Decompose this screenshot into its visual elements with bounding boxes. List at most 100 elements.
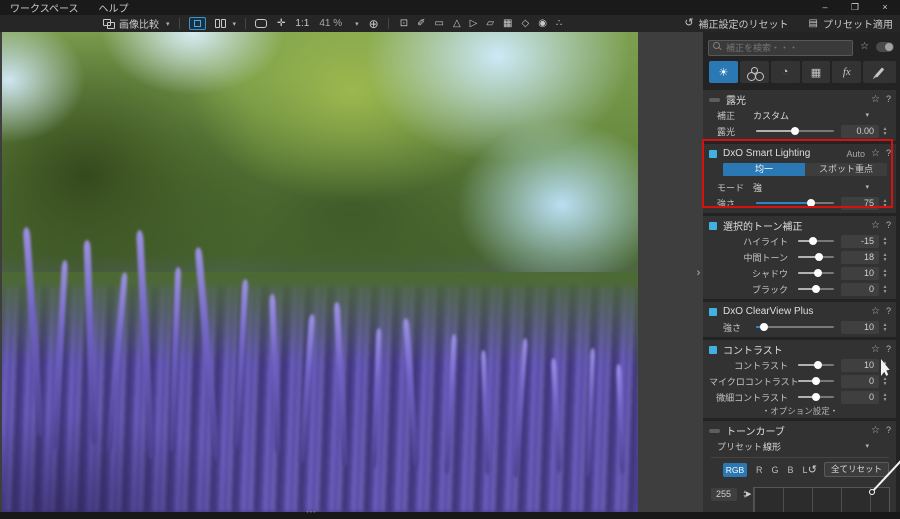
stepper[interactable]: ▲▼ <box>879 393 891 402</box>
value-box[interactable]: 0.00 <box>841 125 879 138</box>
reset-corrections-button[interactable]: 補正設定のリセット <box>699 16 789 31</box>
favorite-star-icon[interactable]: ☆ <box>871 221 880 231</box>
horizon-tool-button[interactable]: △ <box>453 19 461 29</box>
options-settings-link[interactable]: ・オプション設定・ <box>709 405 891 416</box>
stepper[interactable]: ▲▼ <box>879 269 891 278</box>
apply-preset-button[interactable]: プリセット適用 <box>823 16 893 31</box>
show-mask-button[interactable]: ◉ <box>538 19 547 29</box>
keystone-tool-button[interactable]: ▱ <box>486 19 494 29</box>
section-title: 露光 <box>726 92 746 107</box>
enable-checkbox[interactable] <box>709 222 717 230</box>
eyedropper-tool-button[interactable]: ✐ <box>417 19 425 29</box>
repair-tool-button[interactable]: ▦ <box>503 19 512 29</box>
value-box[interactable]: -15 <box>841 235 879 248</box>
split-view-button[interactable] <box>215 19 226 28</box>
value-box[interactable]: 0 <box>841 375 879 388</box>
help-icon[interactable]: ? <box>886 307 891 316</box>
channel-rgb-button[interactable]: RGB <box>723 463 747 477</box>
ratio-1-1-button[interactable]: 1:1 <box>295 18 309 29</box>
value-box[interactable]: 10 <box>841 267 879 280</box>
stepper[interactable]: ▲▼ <box>879 127 891 136</box>
perspective-tool-button[interactable]: ▷ <box>470 19 478 29</box>
value-box[interactable]: 18 <box>841 251 879 264</box>
zoom-in-button[interactable]: ⊕ <box>369 18 379 30</box>
filmstrip-expand-handle[interactable]: ⋯ <box>306 507 317 518</box>
compare-button[interactable]: 画像比較 ▾ <box>103 16 170 31</box>
stepper[interactable]: ▲▼ <box>879 285 891 294</box>
clearview-strength-slider[interactable] <box>756 326 834 328</box>
favorite-star-icon[interactable]: ☆ <box>871 345 880 355</box>
divider <box>711 457 889 458</box>
filmstrip-collapsed-bar[interactable]: ⋯ <box>0 512 900 519</box>
curve-max-input[interactable]: 255 <box>711 488 737 501</box>
chevron-down-icon: ▾ <box>166 20 170 28</box>
minimize-button[interactable]: – <box>810 2 840 13</box>
stepper[interactable]: ▲▼ <box>879 323 891 332</box>
help-icon[interactable]: ? <box>886 345 891 354</box>
midtones-slider[interactable] <box>798 256 834 258</box>
favorite-star-icon[interactable]: ☆ <box>871 426 880 436</box>
exposure-slider[interactable] <box>756 130 834 132</box>
shadows-slider[interactable] <box>798 272 834 274</box>
tab-geometry[interactable]: ▦ <box>802 61 831 83</box>
pan-button[interactable]: ✛ <box>277 19 285 29</box>
curve-channel-row: RGB R G B L ↺ 全てリセット <box>709 461 891 478</box>
tab-detail[interactable]: ◔ <box>771 61 800 83</box>
section-enable-icon[interactable] <box>709 98 720 102</box>
tab-color[interactable] <box>740 61 769 83</box>
preset-dropdown-row[interactable]: プリセット 線形 ▾ <box>709 438 891 454</box>
highlights-slider[interactable] <box>798 240 834 242</box>
section-enable-icon[interactable] <box>709 429 720 433</box>
value-box[interactable]: 10 <box>841 321 879 334</box>
contrast-slider[interactable] <box>798 364 834 366</box>
chevron-down-icon[interactable]: ▾ <box>355 20 359 28</box>
geometry-grid-icon: ▦ <box>811 66 821 79</box>
chevron-down-icon[interactable]: ▾ <box>233 20 237 28</box>
close-button[interactable]: × <box>870 2 900 13</box>
menu-help[interactable]: ヘルプ <box>89 0 139 15</box>
fit-screen-button[interactable] <box>255 19 267 28</box>
correction-dropdown-row[interactable]: 補正 カスタム ▾ <box>709 107 891 123</box>
palette-tabs: ☀ ◔ ▦ fx <box>709 61 896 83</box>
dust-removal-tool-button[interactable]: ▭ <box>434 19 443 29</box>
enable-checkbox[interactable] <box>709 308 717 316</box>
search-input[interactable] <box>708 40 853 56</box>
eraser-tool-button[interactable]: ◇ <box>522 19 530 29</box>
value-box[interactable]: 0 <box>841 283 879 296</box>
enable-checkbox[interactable] <box>709 346 717 354</box>
finecontrast-slider[interactable] <box>798 396 834 398</box>
channel-r-button[interactable]: R <box>756 465 763 475</box>
reset-all-button[interactable]: 全てリセット <box>824 462 889 477</box>
help-icon[interactable]: ? <box>886 221 891 230</box>
single-view-button[interactable] <box>189 17 206 30</box>
tab-local-adjustments[interactable] <box>863 61 896 83</box>
reset-curve-icon[interactable]: ↺ <box>808 463 817 476</box>
value-box[interactable]: 0 <box>841 391 879 404</box>
favorite-star-icon[interactable]: ☆ <box>871 95 880 105</box>
help-icon[interactable]: ? <box>886 95 891 104</box>
value-box[interactable]: 10 <box>841 359 879 372</box>
local-adjustment-tool-button[interactable]: ∴ <box>556 19 562 29</box>
stepper[interactable]: ▲▼ <box>879 377 891 386</box>
panel-collapse-handle[interactable]: › <box>694 262 703 284</box>
stepper[interactable]: ▲▼ <box>879 237 891 246</box>
zoom-level-dropdown[interactable]: 41 % <box>319 18 342 29</box>
crop-tool-button[interactable]: ⊡ <box>400 19 408 29</box>
slider-row-highlights: ハイライト -15 ▲▼ <box>709 233 891 249</box>
menu-workspace[interactable]: ワークスペース <box>0 0 89 15</box>
tab-effects[interactable]: fx <box>832 61 861 83</box>
favorites-filter-star-icon[interactable]: ☆ <box>860 42 869 52</box>
help-icon[interactable]: ? <box>886 426 891 435</box>
curve-point[interactable] <box>869 489 875 495</box>
stepper[interactable]: ▲▼ <box>879 253 891 262</box>
favorite-star-icon[interactable]: ☆ <box>871 307 880 317</box>
photo-canvas[interactable] <box>2 32 638 512</box>
maximize-button[interactable]: ❐ <box>840 2 870 13</box>
blacks-slider[interactable] <box>798 288 834 290</box>
microcontrast-slider[interactable] <box>798 380 834 382</box>
panel-scroll-grip[interactable]: ⋮ <box>896 230 900 235</box>
channel-b-button[interactable]: B <box>788 465 794 475</box>
channel-g-button[interactable]: G <box>772 465 779 475</box>
active-corrections-toggle[interactable] <box>876 42 894 52</box>
tab-light[interactable]: ☀ <box>709 61 738 83</box>
